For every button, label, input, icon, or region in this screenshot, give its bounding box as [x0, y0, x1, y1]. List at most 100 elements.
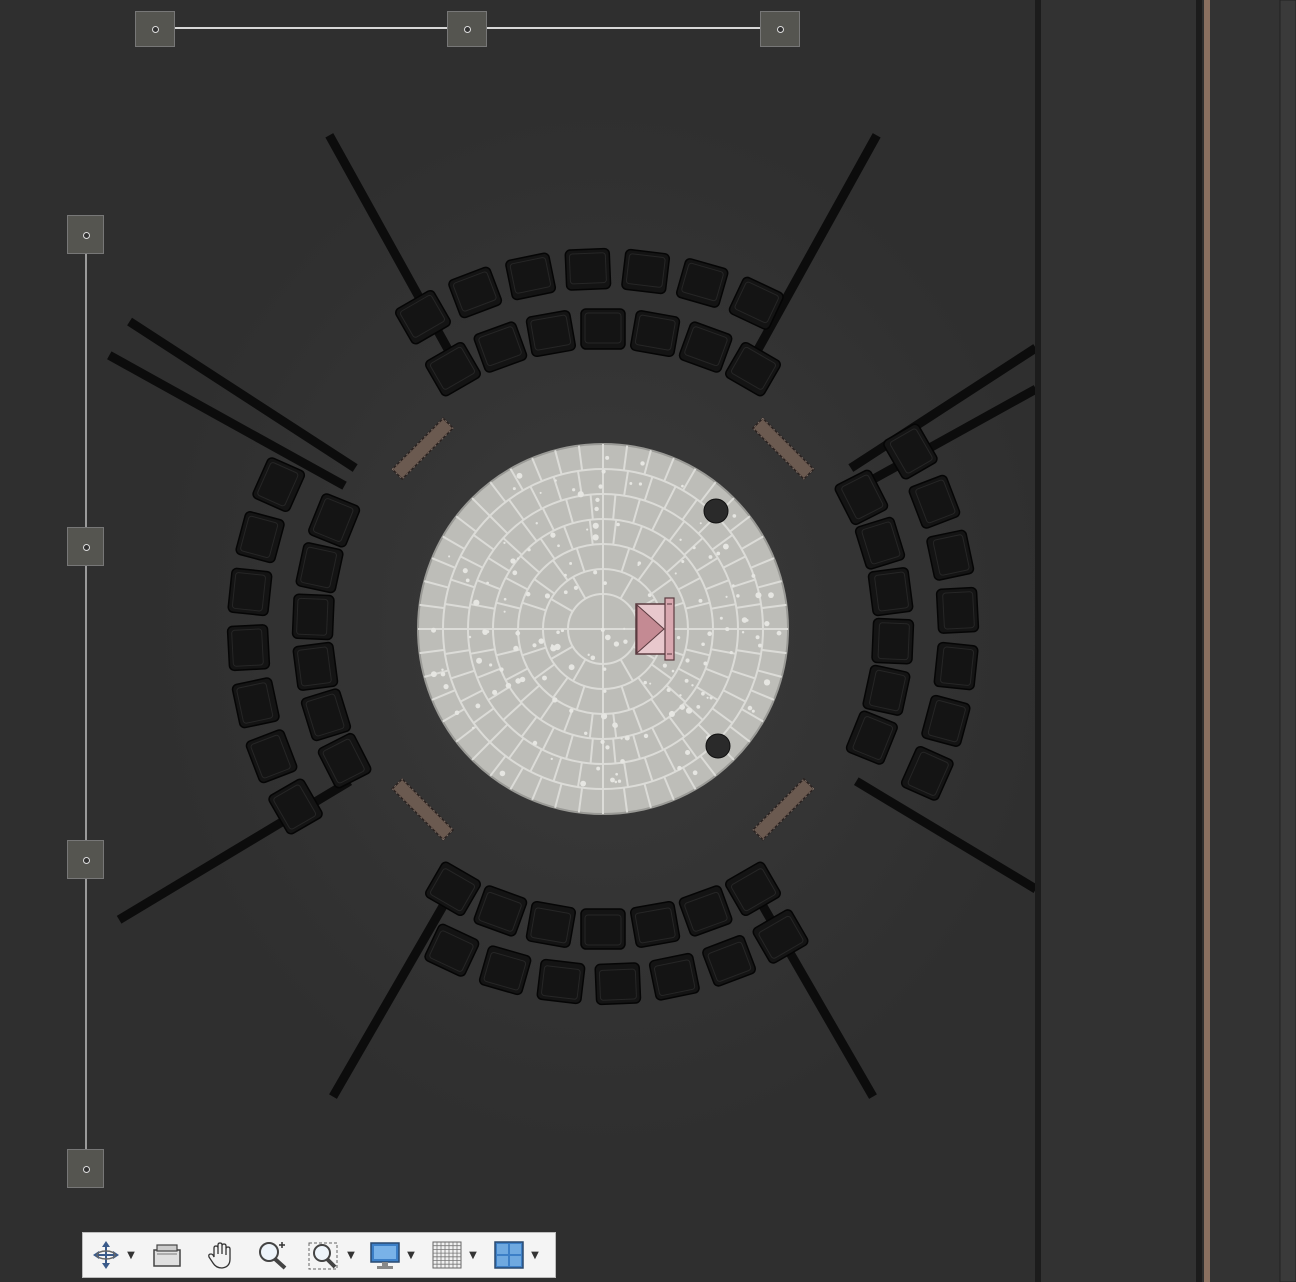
- stone-speckle: [751, 574, 756, 578]
- auditorium-seat: [292, 641, 339, 691]
- stone-speckle: [552, 697, 558, 703]
- display-button[interactable]: [367, 1236, 403, 1274]
- stone-speckle: [512, 570, 518, 576]
- auditorium-seat: [926, 529, 975, 581]
- stone-speckle: [662, 663, 667, 668]
- stone-speckle: [668, 710, 675, 717]
- stone-speckle: [594, 506, 599, 512]
- auditorium-seat: [862, 664, 911, 716]
- auditorium-seat: [580, 908, 626, 950]
- stone-speckle: [614, 724, 618, 728]
- stone-speckle: [544, 593, 551, 599]
- stone-speckle: [747, 705, 753, 711]
- central-stage-floor: [417, 443, 789, 815]
- stone-speckle: [443, 684, 449, 690]
- stone-speckle: [556, 630, 560, 635]
- stone-speckle: [516, 472, 523, 479]
- orbit-button[interactable]: [89, 1236, 123, 1274]
- grip-handle-top-left[interactable]: [135, 11, 175, 47]
- stone-speckle: [708, 555, 713, 559]
- zoom-button[interactable]: [253, 1236, 293, 1274]
- grip-handle-top-middle[interactable]: [447, 11, 487, 47]
- camera-icon: [153, 1244, 181, 1267]
- stone-speckle: [677, 765, 682, 771]
- stone-speckle: [692, 546, 696, 550]
- grip-handle-top-right[interactable]: [760, 11, 800, 47]
- grip-handle-left-upper[interactable]: [67, 527, 104, 566]
- stone-speckle: [679, 704, 685, 710]
- stone-speckle: [725, 595, 728, 598]
- stone-speckle: [640, 461, 645, 466]
- auditorium-seat: [580, 308, 626, 350]
- grip-handle-left-lower[interactable]: [67, 840, 104, 879]
- viewports-dropdown[interactable]: ▼: [529, 1236, 541, 1274]
- stone-speckle: [462, 568, 468, 574]
- grip-handle-left-top[interactable]: [67, 215, 104, 254]
- floor-drain-bottom: [705, 733, 731, 759]
- stone-speckle: [725, 627, 730, 632]
- stone-speckle: [568, 664, 575, 671]
- stone-speckle: [515, 630, 521, 636]
- stone-speckle: [603, 689, 607, 693]
- stone-speckle: [593, 570, 598, 575]
- auditorium-seat: [648, 952, 700, 1001]
- orbit-dropdown[interactable]: ▼: [125, 1236, 137, 1274]
- stone-speckle: [623, 627, 626, 630]
- stone-speckle: [572, 488, 576, 492]
- stone-speckle: [620, 759, 625, 764]
- grip-handle-left-bottom[interactable]: [67, 1149, 104, 1188]
- stone-speckle: [706, 696, 709, 699]
- auditorium-seat: [871, 617, 915, 665]
- stone-speckle: [557, 544, 560, 548]
- stone-speckle: [499, 667, 504, 672]
- camera-button[interactable]: [147, 1236, 187, 1274]
- stone-speckle: [703, 661, 708, 666]
- stone-speckle: [600, 627, 605, 632]
- selected-chair-object[interactable]: [635, 597, 675, 661]
- stone-speckle: [701, 691, 705, 696]
- orbit-icon: [93, 1241, 119, 1269]
- stone-speckle: [637, 561, 642, 565]
- stone-speckle: [758, 643, 762, 648]
- stone-speckle: [701, 642, 705, 647]
- grid-button[interactable]: [429, 1236, 465, 1274]
- vertical-extent-line: [85, 234, 87, 1168]
- zoom-window-button[interactable]: [305, 1236, 343, 1274]
- stone-speckle: [554, 479, 557, 482]
- stone-speckle: [430, 671, 437, 678]
- stone-speckle: [649, 682, 652, 685]
- stone-speckle: [468, 635, 472, 639]
- vertical-scrollbar[interactable]: [1279, 0, 1296, 1282]
- display-dropdown[interactable]: ▼: [405, 1236, 417, 1274]
- auditorium-seat: [525, 900, 577, 948]
- stone-speckle: [681, 560, 685, 564]
- stone-speckle: [615, 772, 619, 776]
- stone-speckle: [598, 484, 603, 489]
- stone-speckle: [569, 562, 573, 565]
- auditorium-seat: [536, 958, 586, 1005]
- stone-speckle: [532, 643, 537, 648]
- drawing-viewport[interactable]: [0, 0, 1296, 1282]
- auditorium-seat: [231, 677, 280, 729]
- side-strip: [1041, 0, 1196, 1282]
- stone-speckle: [600, 713, 608, 720]
- floor-plan-canvas[interactable]: [0, 0, 1296, 1282]
- auditorium-seat: [295, 542, 344, 594]
- stone-speckle: [617, 779, 622, 783]
- auditorium-seat: [629, 310, 681, 358]
- pan-button[interactable]: [201, 1236, 241, 1274]
- zoom-window-dropdown[interactable]: ▼: [345, 1236, 357, 1274]
- viewports-button[interactable]: [491, 1236, 527, 1274]
- stone-speckle: [764, 620, 770, 627]
- stone-speckle: [586, 528, 589, 531]
- stone-speckle: [684, 678, 689, 683]
- auditorium-seat: [629, 900, 681, 948]
- auditorium-seat: [291, 593, 335, 641]
- stone-speckle: [624, 735, 630, 741]
- stone-speckle: [550, 757, 553, 761]
- stone-speckle: [441, 668, 444, 671]
- stone-speckle: [638, 482, 643, 486]
- grid-dropdown[interactable]: ▼: [467, 1236, 479, 1274]
- stone-speckle: [512, 487, 516, 491]
- auditorium-seat: [867, 567, 914, 617]
